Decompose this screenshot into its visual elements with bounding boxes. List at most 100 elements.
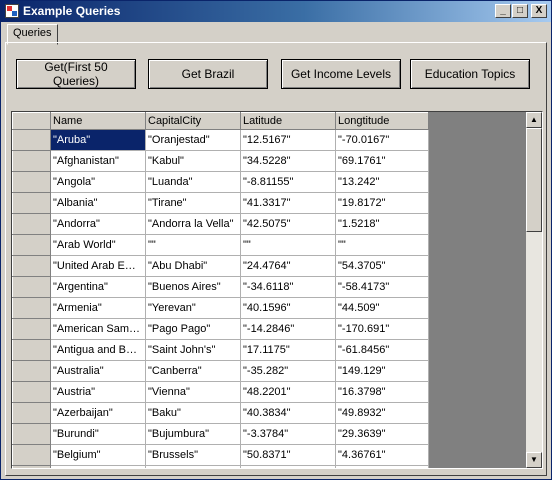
cell-longtitude[interactable]: "-61.8456" [335, 339, 429, 361]
cell-longtitude[interactable]: "2.6323" [335, 465, 429, 468]
cell-latitude[interactable]: "40.1596" [240, 297, 336, 319]
cell-name[interactable]: "Belgium" [50, 444, 146, 466]
cell-name[interactable]: "Antigua and Bar... [50, 339, 146, 361]
table-row[interactable]: "Albania" "Tirane" "41.3317" "19.8172" [12, 192, 429, 214]
get-first-50-button[interactable]: Get(First 50 Queries) [16, 59, 136, 89]
cell-name[interactable]: "Burundi" [50, 423, 146, 445]
cell-capitalcity[interactable]: "Yerevan" [145, 297, 241, 319]
cell-latitude[interactable]: "6.4779" [240, 465, 336, 468]
column-header-name[interactable]: Name [50, 112, 146, 130]
table-row[interactable]: "Azerbaijan" "Baku" "40.3834" "49.8932" [12, 402, 429, 424]
table-row[interactable]: "Benin""Porto-Novo""6.4779""2.6323" [12, 465, 429, 468]
cell-longtitude[interactable]: "44.509" [335, 297, 429, 319]
row-header[interactable] [12, 213, 51, 235]
row-header[interactable] [12, 192, 51, 214]
cell-capitalcity[interactable]: "Saint John's" [145, 339, 241, 361]
row-header[interactable] [12, 171, 51, 193]
scroll-up-icon[interactable]: ▲ [526, 112, 542, 128]
row-header[interactable] [12, 465, 51, 468]
cell-capitalcity[interactable]: "Luanda" [145, 171, 241, 193]
cell-name[interactable]: "Australia" [50, 360, 146, 382]
cell-capitalcity[interactable]: "Tirane" [145, 192, 241, 214]
cell-latitude[interactable]: "-3.3784" [240, 423, 336, 445]
table-row[interactable]: "Andorra" "Andorra la Vella" "42.5075" "1.5… [12, 213, 429, 235]
table-row[interactable]: "Afghanistan" "Kabul" "34.5228" "69.1761" [12, 150, 429, 172]
scroll-thumb[interactable] [526, 128, 542, 232]
cell-longtitude[interactable]: "49.8932" [335, 402, 429, 424]
table-row[interactable]: "Argentina" "Buenos Aires" "-34.6118" "-58.… [12, 276, 429, 298]
cell-latitude[interactable]: "-34.6118" [240, 276, 336, 298]
row-header[interactable] [12, 444, 51, 466]
cell-latitude[interactable]: "24.4764" [240, 255, 336, 277]
app-icon[interactable] [5, 4, 19, 18]
cell-longtitude[interactable]: "" [335, 234, 429, 256]
table-row[interactable]: "Australia" "Canberra" "-35.282" "149.129" [12, 360, 429, 382]
row-header[interactable] [12, 129, 51, 151]
cell-longtitude[interactable]: "19.8172" [335, 192, 429, 214]
table-row[interactable]: "Arab World" "" "" "" [12, 234, 429, 256]
cell-name[interactable]: "Andorra" [50, 213, 146, 235]
corner-header[interactable] [12, 112, 51, 130]
cell-capitalcity[interactable]: "Buenos Aires" [145, 276, 241, 298]
cell-longtitude[interactable]: "149.129" [335, 360, 429, 382]
cell-name[interactable]: "United Arab Emi... [50, 255, 146, 277]
cell-name[interactable]: "Angola" [50, 171, 146, 193]
cell-longtitude[interactable]: "-170.691" [335, 318, 429, 340]
table-row[interactable]: "Austria" "Vienna" "48.2201" "16.3798" [12, 381, 429, 403]
cell-capitalcity[interactable]: "Baku" [145, 402, 241, 424]
row-header[interactable] [12, 255, 51, 277]
cell-name[interactable]: "Argentina" [50, 276, 146, 298]
row-header[interactable] [12, 402, 51, 424]
cell-name[interactable]: "Arab World" [50, 234, 146, 256]
cell-capitalcity[interactable]: "Kabul" [145, 150, 241, 172]
cell-latitude[interactable]: "-8.81155" [240, 171, 336, 193]
cell-name[interactable]: "Austria" [50, 381, 146, 403]
cell-capitalcity[interactable]: "Brussels" [145, 444, 241, 466]
cell-capitalcity[interactable]: "Porto-Novo" [145, 465, 241, 468]
table-row[interactable]: "Armenia" "Yerevan" "40.1596" "44.509" [12, 297, 429, 319]
cell-latitude[interactable]: "17.1175" [240, 339, 336, 361]
cell-capitalcity[interactable]: "Andorra la Vella" [145, 213, 241, 235]
data-grid[interactable]: Name CapitalCity Latitude Longtitude "Ar… [11, 111, 543, 469]
row-header[interactable] [12, 339, 51, 361]
cell-longtitude[interactable]: "54.3705" [335, 255, 429, 277]
cell-longtitude[interactable]: "29.3639" [335, 423, 429, 445]
table-row[interactable]: "Belgium" "Brussels" "50.8371" "4.36761" [12, 444, 429, 466]
cell-latitude[interactable]: "48.2201" [240, 381, 336, 403]
cell-capitalcity[interactable]: "Canberra" [145, 360, 241, 382]
table-row[interactable]: "Antigua and Bar... "Saint John's" "17.117… [12, 339, 429, 361]
row-header[interactable] [12, 318, 51, 340]
cell-capitalcity[interactable]: "Oranjestad" [145, 129, 241, 151]
cell-capitalcity[interactable]: "Vienna" [145, 381, 241, 403]
title-bar[interactable]: Example Queries _ □ X [1, 1, 551, 22]
cell-capitalcity[interactable]: "" [145, 234, 241, 256]
cell-latitude[interactable]: "-14.2846" [240, 318, 336, 340]
cell-latitude[interactable]: "12.5167" [240, 129, 336, 151]
row-header[interactable] [12, 276, 51, 298]
vertical-scrollbar[interactable]: ▲ ▼ [526, 112, 542, 468]
cell-longtitude[interactable]: "4.36761" [335, 444, 429, 466]
cell-latitude[interactable]: "34.5228" [240, 150, 336, 172]
scroll-down-icon[interactable]: ▼ [526, 452, 542, 468]
cell-name[interactable]: "Armenia" [50, 297, 146, 319]
cell-longtitude[interactable]: "16.3798" [335, 381, 429, 403]
cell-capitalcity[interactable]: "Pago Pago" [145, 318, 241, 340]
row-header[interactable] [12, 150, 51, 172]
table-row[interactable]: "United Arab Emi... "Abu Dhabi" "24.4764" "… [12, 255, 429, 277]
cell-longtitude[interactable]: "69.1761" [335, 150, 429, 172]
cell-longtitude[interactable]: "-70.0167" [335, 129, 429, 151]
cell-name[interactable]: "Benin" [50, 465, 146, 468]
cell-name[interactable]: "Azerbaijan" [50, 402, 146, 424]
cell-latitude[interactable]: "40.3834" [240, 402, 336, 424]
cell-longtitude[interactable]: "13.242" [335, 171, 429, 193]
row-header[interactable] [12, 297, 51, 319]
table-row[interactable]: "American Samoa" "Pago Pago" "-14.2846" "-1… [12, 318, 429, 340]
cell-name[interactable]: "Albania" [50, 192, 146, 214]
cell-latitude[interactable]: "" [240, 234, 336, 256]
cell-latitude[interactable]: "50.8371" [240, 444, 336, 466]
table-row[interactable]: "Angola" "Luanda" "-8.81155" "13.242" [12, 171, 429, 193]
cell-capitalcity[interactable]: "Abu Dhabi" [145, 255, 241, 277]
close-button[interactable]: X [531, 4, 547, 18]
column-header-latitude[interactable]: Latitude [240, 112, 336, 130]
cell-latitude[interactable]: "-35.282" [240, 360, 336, 382]
